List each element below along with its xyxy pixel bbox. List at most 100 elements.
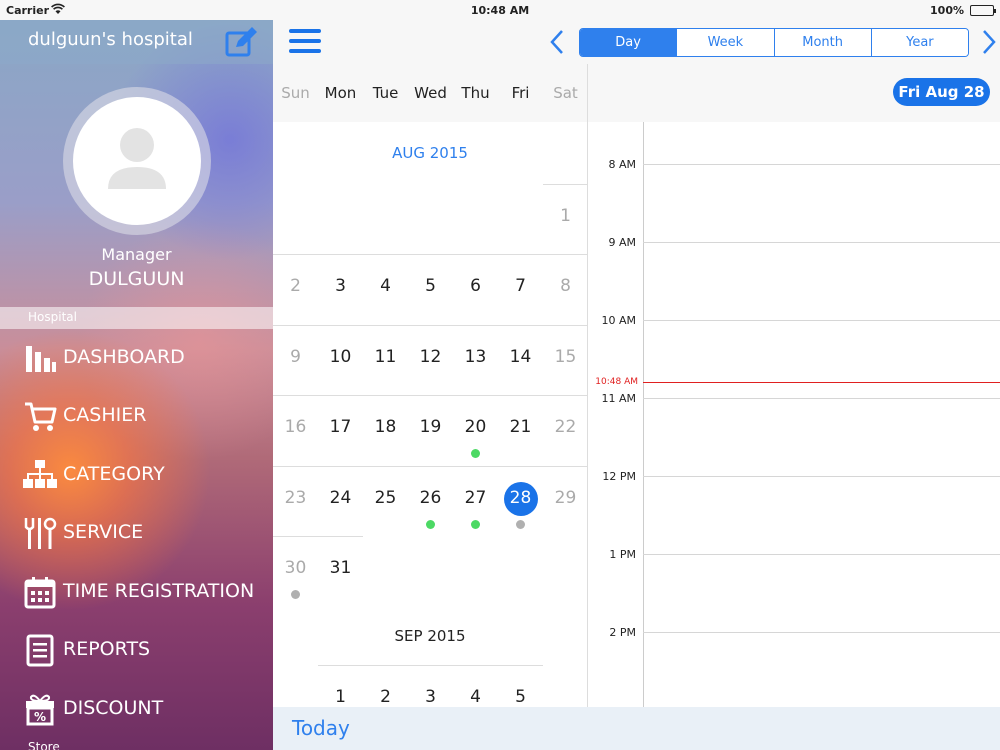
chevron-left-icon[interactable] <box>547 28 567 56</box>
calendar-day[interactable]: 16 <box>273 417 318 437</box>
event-dot <box>471 519 480 529</box>
calendar-day[interactable]: 24 <box>318 488 363 508</box>
menu-icon[interactable] <box>289 29 323 55</box>
view-mode-selector: Day Week Month Year <box>579 28 969 57</box>
document-icon <box>22 632 58 668</box>
calendar-icon <box>22 574 58 610</box>
selected-date-pill[interactable]: Fri Aug 28 <box>893 78 990 106</box>
menu-item-service[interactable]: SERVICE <box>0 509 273 557</box>
hour-gridline <box>643 242 1000 243</box>
sidebar-header: dulguun's hospital <box>0 20 273 64</box>
calendar-day[interactable]: 3 <box>408 687 453 707</box>
calendar-day[interactable]: 20 <box>453 417 498 437</box>
view-mode-month[interactable]: Month <box>774 29 872 56</box>
time-gutter-line <box>643 122 644 707</box>
hour-label: 9 AM <box>608 236 636 249</box>
menu-item-label: SERVICE <box>63 521 144 543</box>
menu-item-reports[interactable]: REPORTS <box>0 626 273 674</box>
view-mode-year[interactable]: Year <box>871 29 968 56</box>
calendar-day[interactable]: 8 <box>543 276 587 296</box>
calendar-day[interactable]: 27 <box>453 488 498 508</box>
calendar-day[interactable]: 19 <box>408 417 453 437</box>
calendar-day[interactable]: 12 <box>408 347 453 367</box>
calendar-day[interactable]: 26 <box>408 488 453 508</box>
calendar-day[interactable]: 5 <box>498 687 543 707</box>
menu-item-label: CATEGORY <box>63 463 165 485</box>
user-role: Manager <box>101 245 172 264</box>
calendar-day[interactable]: 9 <box>273 347 318 367</box>
hour-gridline <box>643 632 1000 633</box>
day-header: Fri Aug 28 <box>588 64 1000 122</box>
edit-icon[interactable] <box>224 24 260 60</box>
menu-item-label: DASHBOARD <box>63 346 185 368</box>
calendar-day[interactable]: 17 <box>318 417 363 437</box>
menu-item-time-registration[interactable]: TIME REGISTRATION <box>0 568 273 616</box>
calendar-day[interactable]: 14 <box>498 347 543 367</box>
user-name: DULGUUN <box>88 268 185 290</box>
user-placeholder-icon <box>108 128 166 189</box>
week-separator <box>543 184 587 185</box>
weekday-label: Sun <box>281 84 310 102</box>
current-time-line <box>643 382 1000 384</box>
month-title: AUG 2015 <box>392 144 468 162</box>
today-button[interactable]: Today <box>292 716 350 740</box>
week-separator <box>273 465 587 467</box>
hour-label: 12 PM <box>602 470 636 483</box>
calendar-day[interactable]: 23 <box>273 488 318 508</box>
calendar-day[interactable]: 6 <box>453 276 498 296</box>
menu-item-discount[interactable]: % DISCOUNT <box>0 685 273 733</box>
bottom-toolbar: Today <box>273 707 1000 750</box>
current-time-label: 10:48 AM <box>595 377 638 388</box>
menu-item-dashboard[interactable]: DASHBOARD <box>0 334 273 382</box>
calendar-day-selected[interactable]: 28 <box>498 488 543 508</box>
calendar-day[interactable]: 1 <box>318 687 363 707</box>
calendar-day[interactable]: 25 <box>363 488 408 508</box>
calendar-day[interactable]: 31 <box>318 558 363 578</box>
calendar-day[interactable]: 4 <box>363 276 408 296</box>
week-separator <box>273 324 587 326</box>
svg-text:%: % <box>34 710 46 724</box>
week-separator <box>273 254 587 256</box>
calendar-day[interactable]: 15 <box>543 347 587 367</box>
calendar-day[interactable]: 30 <box>273 558 318 578</box>
calendar-day[interactable]: 2 <box>363 687 408 707</box>
calendar-day[interactable]: 13 <box>453 347 498 367</box>
hour-label: 8 AM <box>608 158 636 171</box>
hour-gridline <box>643 164 1000 165</box>
chevron-right-icon[interactable] <box>979 28 999 56</box>
cart-icon <box>22 398 58 434</box>
view-mode-day[interactable]: Day <box>580 29 678 56</box>
calendar-day[interactable]: 29 <box>543 488 587 508</box>
calendar-day[interactable]: 7 <box>498 276 543 296</box>
sidebar: dulguun's hospital Manager DULGUUN Hospi… <box>0 20 273 750</box>
calendar-day[interactable]: 18 <box>363 417 408 437</box>
calendar-day[interactable]: 5 <box>408 276 453 296</box>
weekday-label: Thu <box>461 84 490 102</box>
weekday-label: Mon <box>324 84 357 102</box>
month-title: SEP 2015 <box>394 627 466 645</box>
week-separator <box>318 665 543 666</box>
calendar-day[interactable]: 2 <box>273 276 318 296</box>
menu-item-category[interactable]: CATEGORY <box>0 451 273 499</box>
calendar-day[interactable]: 4 <box>453 687 498 707</box>
hour-gridline <box>643 398 1000 399</box>
menu-item-cashier[interactable]: CASHIER <box>0 392 273 440</box>
hour-gridline <box>643 554 1000 555</box>
calendar-day[interactable]: 22 <box>543 417 587 437</box>
avatar[interactable] <box>63 87 211 235</box>
calendar-day[interactable]: 10 <box>318 347 363 367</box>
menu-item-label: TIME REGISTRATION <box>63 580 255 602</box>
weekday-label: Sat <box>553 84 578 102</box>
calendar-day[interactable]: 1 <box>543 206 587 226</box>
calendar-day[interactable]: 3 <box>318 276 363 296</box>
hospital-name: dulguun's hospital <box>28 29 193 50</box>
section-label-hospital: Hospital <box>0 307 273 329</box>
event-dot <box>516 519 525 529</box>
tools-icon <box>22 515 58 551</box>
calendar-day[interactable]: 21 <box>498 417 543 437</box>
weekday-label: Wed <box>414 84 447 102</box>
battery-icon <box>970 5 996 16</box>
calendar-day[interactable]: 11 <box>363 347 408 367</box>
view-mode-week[interactable]: Week <box>677 29 775 56</box>
clock: 10:48 AM <box>470 4 530 17</box>
